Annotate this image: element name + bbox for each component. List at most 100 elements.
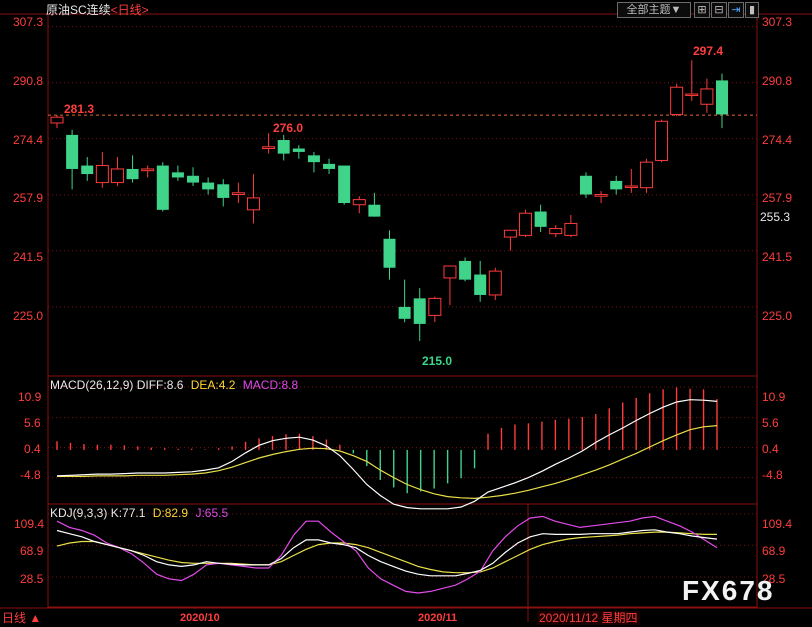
macd-tick-left-3: -4.8 (20, 468, 41, 482)
kdj-tick-left-2: 28.5 (20, 572, 44, 586)
kdj-tick-left-1: 68.9 (20, 544, 44, 558)
macd-header: MACD(26,12,9) DIFF:8.6 DEA:4.2 MACD:8.8 (50, 378, 298, 392)
candle-body-up (594, 194, 608, 197)
candle-body-down (716, 80, 728, 115)
candlestick-series[interactable] (50, 60, 728, 341)
candle-body-down (383, 238, 396, 268)
candle-body-down (413, 298, 426, 324)
kdj-tick-left-0: 109.4 (14, 517, 45, 531)
candle-body-down (156, 165, 169, 210)
macd-label: MACD(26,12,9) (50, 378, 134, 392)
kdj-j-label: J:65.5 (195, 506, 229, 520)
x-tick-0: 2020/10 (180, 612, 220, 624)
candle-body-down (610, 180, 623, 190)
kdj-grid (48, 513, 757, 578)
candle-body-down (323, 163, 336, 169)
macd-tick-left-1: 5.6 (24, 416, 41, 430)
candle-body-down (187, 175, 200, 183)
macd-tick-left-2: 0.4 (24, 442, 41, 456)
candle-body-up (624, 185, 638, 188)
candle-body-down (307, 155, 320, 163)
chart-title: 原油SC连续<日线> (46, 3, 149, 17)
kdj-tick-right-0: 109.4 (762, 517, 793, 531)
candle-body-up (231, 192, 245, 195)
candle-body-down (398, 306, 411, 319)
candle-body-down (368, 204, 381, 217)
candle-body-up (50, 116, 64, 124)
y-tick-right-0: 307.3 (762, 15, 793, 29)
candle-body-down (474, 274, 487, 295)
candle-body-down (338, 165, 351, 204)
candle-body-up (352, 199, 366, 206)
macd-tick-right-2: 0.4 (762, 442, 779, 456)
candle-body-up (700, 88, 714, 105)
macd-diff-label: DIFF:8.6 (136, 378, 184, 392)
watermark: FX678 (682, 575, 775, 606)
candle-body-up (685, 93, 699, 97)
annotation-low: 215.0 (422, 354, 453, 368)
y-tick-right-3: 257.9 (762, 191, 793, 205)
kdj-k-line (56, 529, 718, 577)
candle-body-up (519, 212, 533, 236)
kdj-lines[interactable] (56, 515, 718, 594)
grid-layout-icon[interactable]: ⊞ (694, 2, 710, 18)
candle-body-up (639, 161, 653, 189)
candle-body-up (110, 168, 124, 184)
macd-lines[interactable] (56, 399, 718, 510)
candle-body-down (217, 184, 230, 198)
annotation-high-right: 297.4 (693, 44, 724, 58)
candle-body-down (202, 182, 215, 190)
candle-body-up (95, 165, 109, 184)
candle-body-up (141, 168, 155, 172)
candle-body-up (443, 265, 457, 279)
macd-dea-label: DEA:4.2 (190, 378, 236, 392)
macd-dea-line (57, 425, 718, 500)
chart-canvas (0, 13, 812, 622)
y-tick-left-5: 225.0 (13, 309, 44, 323)
candle-body-up (670, 86, 684, 115)
y-tick-right-4: 241.5 (762, 250, 793, 264)
kdj-header: KDJ(9,3,3) K:77.1 D:82.9 J:65.5 (50, 506, 228, 520)
candle-body-up (549, 228, 563, 235)
macd-grid (48, 386, 757, 479)
candle-body-up (488, 270, 502, 296)
split-view-icon[interactable]: ⊟ (711, 2, 727, 18)
candle-body-up (564, 222, 578, 236)
macd-tick-right-0: 10.9 (762, 390, 786, 404)
candle-body-down (579, 175, 592, 195)
y-tick-right-2: 274.4 (762, 133, 793, 147)
y-tick-left-1: 290.8 (13, 74, 44, 88)
kdj-d-line (56, 531, 717, 574)
candle-body-up (428, 297, 442, 316)
candle-body-up (503, 229, 517, 238)
y-tick-left-0: 307.3 (13, 15, 44, 29)
scroll-label[interactable]: 日线 ▲ (2, 611, 41, 625)
y-tick-left-2: 274.4 (13, 133, 44, 147)
candle-body-down (292, 148, 305, 152)
candle-body-down (459, 260, 472, 280)
annotation-mid-high: 276.0 (273, 121, 304, 135)
candle-body-down (81, 165, 94, 175)
macd-value-label: MACD:8.8 (242, 378, 299, 392)
y-tick-left-3: 257.9 (13, 191, 44, 205)
kdj-d-label: D:82.9 (152, 506, 189, 520)
expand-icon[interactable]: ▮ (745, 2, 759, 18)
kdj-tick-right-1: 68.9 (762, 544, 786, 558)
candle-body-down (126, 168, 139, 180)
theme-selector-button[interactable]: 全部主题▼ (617, 2, 691, 18)
candle-body-down (171, 172, 184, 178)
macd-tick-left-0: 10.9 (18, 390, 42, 404)
macd-diff-line (56, 399, 718, 510)
macd-tick-right-1: 5.6 (762, 416, 779, 430)
candle-body-up (655, 120, 669, 161)
instrument-name: 原油SC连续 (46, 3, 111, 17)
export-icon[interactable]: ⇥ (728, 2, 744, 18)
y-tick-right-5: 225.0 (762, 309, 793, 323)
period-label[interactable]: <日线> (111, 3, 149, 17)
kdj-k-label: K:77.1 (110, 506, 146, 520)
y-tick-right-1: 290.8 (762, 74, 793, 88)
x-tick-1: 2020/11 (418, 612, 458, 624)
candle-body-down (534, 211, 547, 227)
y-tick-left-4: 241.5 (13, 250, 44, 264)
candle-body-down (66, 134, 79, 169)
